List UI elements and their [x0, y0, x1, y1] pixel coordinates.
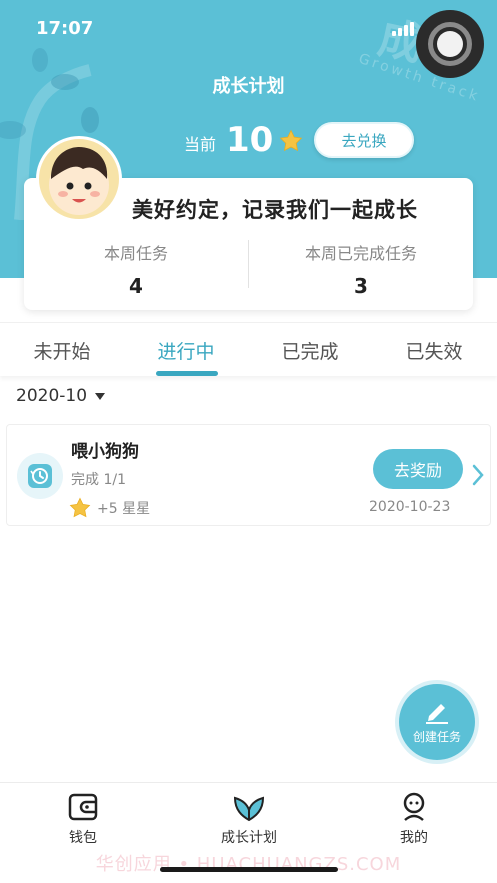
assistive-touch-button[interactable]	[416, 10, 484, 78]
watermark-text: 华创应用 • HUACHUANGZS.COM	[95, 854, 402, 875]
active-tab-indicator	[156, 371, 218, 376]
avatar[interactable]	[36, 136, 122, 222]
week-tasks-value: 4	[129, 274, 143, 298]
nav-item-wallet[interactable]: 钱包	[0, 791, 166, 847]
tab-expired[interactable]: 已失效	[372, 337, 496, 364]
status-time: 17:07	[36, 18, 94, 39]
month-filter-value: 2020-10	[16, 386, 88, 406]
week-tasks-label: 本周任务	[103, 244, 168, 263]
task-date: 2020-10-23	[369, 499, 451, 515]
star-icon	[279, 129, 303, 152]
child-face-icon	[49, 147, 109, 215]
dropdown-triangle-icon	[95, 392, 106, 400]
chevron-right-icon[interactable]	[471, 463, 485, 487]
slogan-text: 美好约定，记录我们一起成长	[132, 198, 418, 222]
current-stars-value: 10	[226, 120, 274, 160]
status-tabs: 未开始 进行中 已完成 已失效	[0, 322, 497, 376]
pencil-icon	[426, 703, 448, 724]
nav-label-profile: 我的	[400, 830, 428, 846]
nav-label-growth-plan: 成长计划	[221, 830, 277, 846]
nav-item-growth-plan[interactable]: 成长计划	[166, 791, 332, 847]
redeem-button[interactable]: 去兑换	[314, 122, 414, 158]
sprout-icon	[166, 791, 332, 823]
tab-completed[interactable]: 已完成	[248, 337, 372, 364]
home-indicator[interactable]	[160, 867, 338, 872]
nav-label-wallet: 钱包	[69, 830, 97, 846]
task-card[interactable]: 喂小狗狗 完成 1/1 +5 星星 去奖励 2020-10-23	[6, 424, 491, 526]
task-reward-text: +5 星星	[97, 501, 151, 517]
profile-icon	[331, 791, 497, 823]
week-done-stat: 本周已完成任务 3	[249, 240, 473, 298]
create-task-label: 创建任务	[412, 729, 461, 744]
current-stars-label: 当前	[184, 135, 217, 154]
tab-in-progress[interactable]: 进行中	[124, 337, 248, 364]
task-progress: 完成 1/1	[71, 472, 126, 488]
week-done-value: 3	[354, 274, 368, 298]
task-icon	[17, 453, 63, 499]
week-done-label: 本周已完成任务	[304, 244, 417, 263]
month-filter[interactable]: 2020-10	[16, 386, 106, 406]
nav-item-profile[interactable]: 我的	[331, 791, 497, 847]
give-reward-button[interactable]: 去奖励	[373, 449, 463, 489]
wallet-icon	[0, 791, 166, 823]
week-tasks-stat: 本周任务 4	[24, 240, 248, 298]
signal-icon	[392, 22, 414, 36]
clock-history-icon	[28, 464, 52, 488]
page-title: 成长计划	[212, 76, 285, 97]
create-task-button[interactable]: 创建任务	[399, 684, 475, 760]
task-reward: +5 星星	[69, 497, 150, 519]
star-icon	[69, 497, 91, 518]
task-name: 喂小狗狗	[71, 442, 139, 462]
tab-not-started[interactable]: 未开始	[0, 337, 124, 364]
